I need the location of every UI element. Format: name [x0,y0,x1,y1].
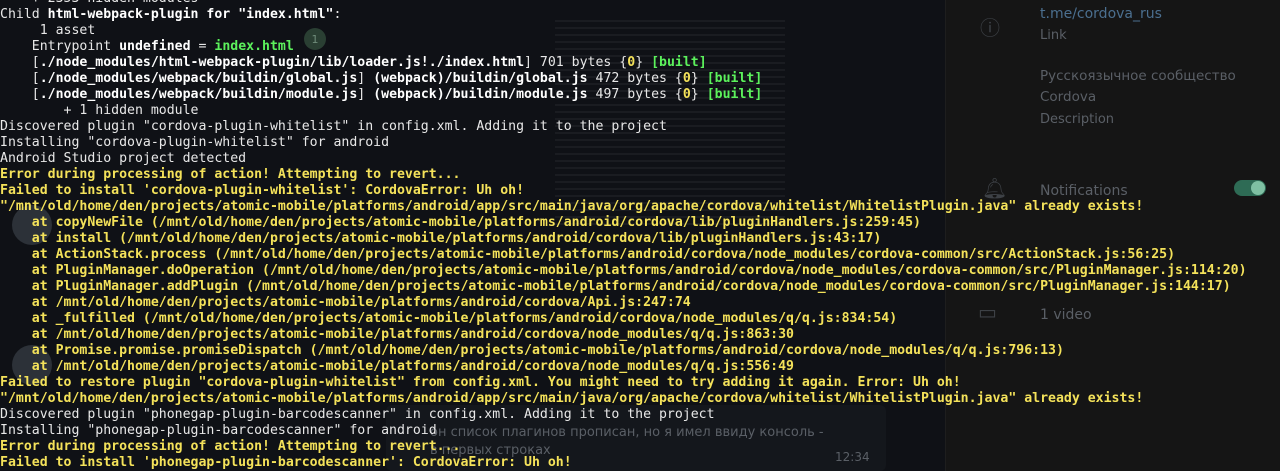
terminal-text: } [635,55,652,70]
terminal-text: } [690,71,707,86]
terminal-text: 472 bytes { [587,71,683,86]
terminal-text: [ [0,55,40,70]
terminal-line: at _fulfilled (/mnt/old/home/den/project… [0,311,1280,327]
terminal-text: ] [357,87,374,102]
terminal-text: [built] [706,87,763,102]
terminal-line: Android Studio project detected [0,151,1280,167]
terminal-line: Discovered plugin "cordova-plugin-whitel… [0,119,1280,135]
terminal-text: Failed to restore plugin "cordova-plugin… [0,375,961,390]
terminal-line: [./node_modules/webpack/buildin/global.j… [0,71,1280,87]
terminal-text: undefined [119,39,191,54]
terminal-output: + 2353 hidden modulesChild html-webpack-… [0,0,1280,471]
terminal-text: at /mnt/old/home/den/projects/atomic-mob… [0,295,691,310]
terminal-text: Installing "cordova-plugin-whitelist" fo… [0,135,390,150]
terminal-text: at PluginManager.addPlugin (/mnt/old/hom… [0,279,1231,294]
terminal-text: Android Studio project detected [0,151,247,166]
terminal-text: 497 bytes { [587,87,683,102]
terminal-line: Error during processing of action! Attem… [0,439,1280,455]
terminal-line: at Promise.promise.promiseDispatch (/mnt… [0,343,1280,359]
terminal-line: at /mnt/old/home/den/projects/atomic-mob… [0,295,1280,311]
terminal-text: 0 [682,71,691,86]
terminal-text: ./node_modules/webpack/buildin/global.js [39,71,358,86]
terminal-line: Installing "phonegap-plugin-barcodescann… [0,423,1280,439]
terminal-text: (webpack)/buildin/global.js [373,71,588,86]
terminal-text: ] 701 bytes { [524,55,628,70]
terminal-text: at copyNewFile (/mnt/old/home/den/projec… [0,215,921,230]
terminal-text: [ [0,87,40,102]
terminal-text: Discovered plugin "phonegap-plugin-barco… [0,407,715,422]
terminal-line: Failed to install 'cordova-plugin-whitel… [0,183,1280,199]
terminal-text: (webpack)/buildin/module.js [373,87,588,102]
terminal-line: Entrypoint undefined = index.html [0,39,1280,55]
terminal-text: = [190,39,215,54]
terminal-text: Error during processing of action! Attem… [0,167,461,182]
terminal-line: "/mnt/old/home/den/projects/atomic-mobil… [0,391,1280,407]
terminal-text: Child [0,7,48,22]
terminal-text: at install (/mnt/old/home/den/projects/a… [0,231,882,246]
terminal-text: 0 [682,87,691,102]
terminal-text: at ActionStack.process (/mnt/old/home/de… [0,247,1176,262]
terminal-text: + 1 hidden module [0,103,199,118]
terminal-line: "/mnt/old/home/den/projects/atomic-mobil… [0,199,1280,215]
terminal-text: index.html [214,39,294,54]
terminal-text: [built] [651,55,707,70]
terminal-line: at /mnt/old/home/den/projects/atomic-mob… [0,327,1280,343]
terminal-text: Error during processing of action! Attem… [0,439,461,454]
terminal-text: ] [357,71,374,86]
terminal-line: at ActionStack.process (/mnt/old/home/de… [0,247,1280,263]
terminal-line: Discovered plugin "phonegap-plugin-barco… [0,407,1280,423]
terminal-text: "/mnt/old/home/den/projects/atomic-mobil… [0,391,1144,406]
terminal-text: [ [0,71,40,86]
terminal-line: + 2353 hidden modules [0,0,1280,7]
terminal-text: Installing "phonegap-plugin-barcodescann… [0,423,437,438]
terminal-line: Installing "cordova-plugin-whitelist" fo… [0,135,1280,151]
terminal-text: ./node_modules/html-webpack-plugin/lib/l… [39,55,525,70]
terminal-line: at /mnt/old/home/den/projects/atomic-mob… [0,359,1280,375]
terminal-text: 0 [627,55,636,70]
terminal-line: at PluginManager.doOperation (/mnt/old/h… [0,263,1280,279]
terminal-text: : [333,7,342,22]
terminal-line: 1 asset [0,23,1280,39]
terminal-text: 1 asset [0,23,96,38]
terminal-line: + 1 hidden module [0,103,1280,119]
terminal-text: } [690,87,707,102]
terminal-text: Failed to install 'cordova-plugin-whitel… [0,183,525,198]
terminal-text: at _fulfilled (/mnt/old/home/den/project… [0,311,898,326]
terminal-text: [built] [706,71,763,86]
terminal-line: [./node_modules/html-webpack-plugin/lib/… [0,55,1280,71]
terminal-line: at copyNewFile (/mnt/old/home/den/projec… [0,215,1280,231]
terminal-text: at Promise.promise.promiseDispatch (/mnt… [0,343,1064,358]
terminal-line: at PluginManager.addPlugin (/mnt/old/hom… [0,279,1280,295]
terminal-line: Child html-webpack-plugin for "index.htm… [0,7,1280,23]
terminal-line: Error during processing of action! Attem… [0,167,1280,183]
terminal-text: html-webpack-plugin for "index.html" [47,7,334,22]
terminal-text: Failed to install 'phonegap-plugin-barco… [0,455,572,470]
terminal-text: + 2353 hidden modules [0,0,199,6]
terminal-line: Failed to install 'phonegap-plugin-barco… [0,455,1280,471]
terminal-line: [./node_modules/webpack/buildin/module.j… [0,87,1280,103]
terminal-line: Failed to restore plugin "cordova-plugin… [0,375,1280,391]
terminal-text: at /mnt/old/home/den/projects/atomic-mob… [0,327,794,342]
terminal-text: "/mnt/old/home/den/projects/atomic-mobil… [0,199,1144,214]
terminal-text: ./node_modules/webpack/buildin/module.js [39,87,358,102]
terminal-text: at /mnt/old/home/den/projects/atomic-mob… [0,359,794,374]
terminal-text: Discovered plugin "cordova-plugin-whitel… [0,119,667,134]
terminal-line: at install (/mnt/old/home/den/projects/a… [0,231,1280,247]
terminal-text: Entrypoint [0,39,120,54]
terminal-text: at PluginManager.doOperation (/mnt/old/h… [0,263,1247,278]
